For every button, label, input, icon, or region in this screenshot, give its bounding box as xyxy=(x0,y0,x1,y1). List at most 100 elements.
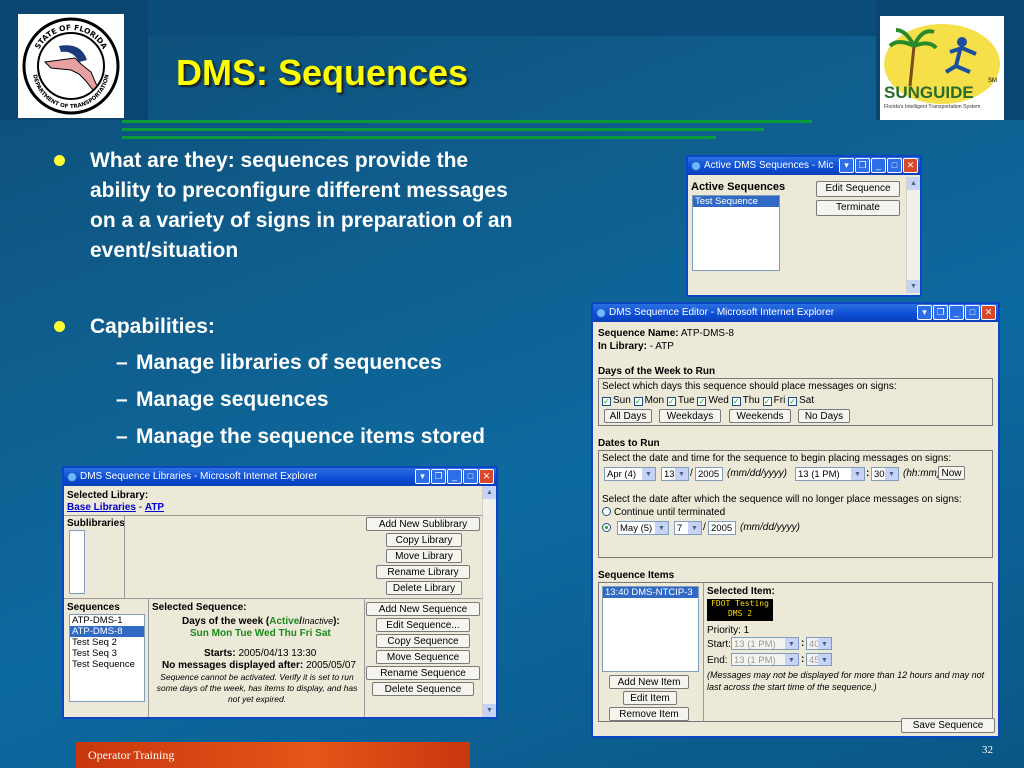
end-month-select[interactable]: May (5) ▼ xyxy=(617,521,669,535)
window-titlebar[interactable]: Active DMS Sequences - Mic ▾ ❐ _ □ ✕ xyxy=(688,157,920,175)
move-sequence-button[interactable]: Move Sequence xyxy=(376,650,470,664)
list-item[interactable]: Test Seq 2 xyxy=(70,637,144,648)
add-new-sublibrary-button[interactable]: Add New Sublibrary xyxy=(366,517,480,531)
list-item[interactable]: Test Seq 3 xyxy=(70,648,144,659)
sequence-libraries-window: DMS Sequence Libraries - Microsoft Inter… xyxy=(62,466,498,719)
start-minute-select[interactable]: 30 ▼ xyxy=(871,467,899,481)
window-title: DMS Sequence Editor - Microsoft Internet… xyxy=(609,307,835,318)
slide-title: DMS: Sequences xyxy=(176,52,469,93)
all-days-button[interactable]: All Days xyxy=(604,409,652,423)
start-hour-select[interactable]: 13 (1 PM) ▼ xyxy=(795,467,865,481)
delete-library-button[interactable]: Delete Library xyxy=(386,581,462,595)
start-day-select[interactable]: 13 ▼ xyxy=(661,467,689,481)
restore-icon[interactable]: ❐ xyxy=(431,469,446,484)
remove-item-button[interactable]: Remove Item xyxy=(609,707,689,721)
delete-sequence-button[interactable]: Delete Sequence xyxy=(372,682,474,696)
scroll-down-icon[interactable]: ▼ xyxy=(483,704,496,717)
day-checkbox-mon[interactable]: ✓ Mon xyxy=(633,395,664,406)
item-end-hour-select[interactable]: 13 (1 PM) ▼ xyxy=(731,653,799,666)
maximize-icon[interactable]: □ xyxy=(463,469,478,484)
move-library-button[interactable]: Move Library xyxy=(386,549,462,563)
chevron-down-icon: ▼ xyxy=(851,468,864,480)
now-button[interactable]: Now xyxy=(938,466,965,480)
dates-group: Select the date and time for the sequenc… xyxy=(598,450,993,558)
active-days: Sun Mon Tue Wed Thu Fri Sat xyxy=(190,628,331,639)
sublibraries-list[interactable] xyxy=(69,530,85,594)
window-titlebar[interactable]: DMS Sequence Editor - Microsoft Internet… xyxy=(593,304,998,322)
rename-library-button[interactable]: Rename Library xyxy=(376,565,470,579)
active-sequences-list[interactable]: Test Sequence xyxy=(692,195,780,271)
items-group: 13:40 DMS-NTCIP-3 Add New Item Edit Item… xyxy=(598,582,993,722)
restore-icon[interactable]: ❐ xyxy=(933,305,948,320)
end-year-input[interactable]: 2005 xyxy=(708,521,736,535)
sunguide-logo-icon: SUNGUIDE SM Florida's Intelligent Transp… xyxy=(884,24,1000,110)
edit-item-button[interactable]: Edit Item xyxy=(623,691,677,705)
close-icon[interactable]: ✕ xyxy=(981,305,996,320)
item-start-hour-select[interactable]: 13 (1 PM) ▼ xyxy=(731,637,799,650)
restore-icon[interactable]: ❐ xyxy=(855,158,870,173)
item-start-minute-select[interactable]: 40 ▼ xyxy=(806,637,832,650)
copy-sequence-button[interactable]: Copy Sequence xyxy=(376,634,470,648)
rename-sequence-button[interactable]: Rename Sequence xyxy=(366,666,480,680)
close-icon[interactable]: ✕ xyxy=(479,469,494,484)
bullet-text-line: event/situation xyxy=(90,239,239,262)
end-date-radio[interactable] xyxy=(602,523,614,534)
add-new-sequence-button[interactable]: Add New Sequence xyxy=(366,602,480,616)
vertical-scrollbar[interactable]: ▲ ▼ xyxy=(482,486,496,717)
sequence-items-list[interactable]: 13:40 DMS-NTCIP-3 xyxy=(602,586,699,672)
day-checkbox-thu[interactable]: ✓ Thu xyxy=(731,395,760,406)
chevron-down-icon: ▼ xyxy=(818,638,831,649)
sequences-list[interactable]: ATP-DMS-1 ATP-DMS-8 Test Seq 2 Test Seq … xyxy=(69,614,145,702)
window-titlebar[interactable]: DMS Sequence Libraries - Microsoft Inter… xyxy=(64,468,496,486)
item-end-minute-select[interactable]: 45 ▼ xyxy=(806,653,832,666)
day-checkbox-wed[interactable]: ✓ Wed xyxy=(697,395,729,406)
edit-sequence-button[interactable]: Edit Sequence... xyxy=(376,618,470,632)
maximize-icon[interactable]: □ xyxy=(887,158,902,173)
terminate-button[interactable]: Terminate xyxy=(816,200,900,216)
scroll-up-icon[interactable]: ▲ xyxy=(907,177,920,190)
copy-library-button[interactable]: Copy Library xyxy=(386,533,462,547)
weekends-button[interactable]: Weekends xyxy=(729,409,791,423)
save-sequence-button[interactable]: Save Sequence xyxy=(901,718,995,733)
weekdays-button[interactable]: Weekdays xyxy=(659,409,721,423)
dropdown-icon[interactable]: ▾ xyxy=(839,158,854,173)
list-item[interactable]: Test Sequence xyxy=(693,196,779,207)
scroll-up-icon[interactable]: ▲ xyxy=(483,486,496,499)
no-days-button[interactable]: No Days xyxy=(798,409,850,423)
continue-radio[interactable]: Continue until terminated xyxy=(602,507,725,518)
window-title: DMS Sequence Libraries - Microsoft Inter… xyxy=(80,471,318,482)
maximize-icon[interactable]: □ xyxy=(965,305,980,320)
minimize-icon[interactable]: _ xyxy=(447,469,462,484)
close-icon[interactable]: ✕ xyxy=(903,158,918,173)
minimize-icon[interactable]: _ xyxy=(871,158,886,173)
start-year-input[interactable]: 2005 xyxy=(695,467,723,481)
list-item[interactable]: ATP-DMS-1 xyxy=(70,615,144,626)
svg-text:Florida's Intelligent Transpor: Florida's Intelligent Transportation Sys… xyxy=(884,104,980,110)
list-item[interactable]: Test Sequence xyxy=(70,659,144,670)
vertical-scrollbar[interactable]: ▲ ▼ xyxy=(906,177,920,293)
day-checkbox-sun[interactable]: ✓ Sun xyxy=(602,395,631,406)
start-month-select[interactable]: Apr (4) ▼ xyxy=(604,467,656,481)
scroll-down-icon[interactable]: ▼ xyxy=(907,280,920,293)
day-checkbox-fri[interactable]: ✓ Fri xyxy=(762,395,785,406)
dropdown-icon[interactable]: ▾ xyxy=(415,469,430,484)
items-heading: Sequence Items xyxy=(598,570,675,581)
day-checkbox-tue[interactable]: ✓ Tue xyxy=(666,395,695,406)
list-item[interactable]: ATP-DMS-8 xyxy=(70,626,144,637)
atp-link[interactable]: ATP xyxy=(145,502,164,513)
chevron-down-icon: ▼ xyxy=(818,654,831,665)
dropdown-icon[interactable]: ▾ xyxy=(917,305,932,320)
minimize-icon[interactable]: _ xyxy=(949,305,964,320)
bullet-text-line: ability to preconfigure different messag… xyxy=(90,179,508,202)
chevron-down-icon: ▼ xyxy=(885,468,898,480)
end-day-select[interactable]: 7 ▼ xyxy=(674,521,702,535)
in-library: In Library: - ATP xyxy=(598,341,674,352)
day-checkboxes: ✓ Sun ✓ Mon ✓ Tue ✓ Wed ✓ Thu ✓ Fri ✓ Sat xyxy=(602,395,814,406)
sequence-name: Sequence Name: ATP-DMS-8 xyxy=(598,328,734,339)
ie-icon xyxy=(691,161,701,171)
day-checkbox-sat[interactable]: ✓ Sat xyxy=(788,395,814,406)
base-libraries-link[interactable]: Base Libraries xyxy=(67,502,136,513)
add-new-item-button[interactable]: Add New Item xyxy=(609,675,689,689)
edit-sequence-button[interactable]: Edit Sequence xyxy=(816,181,900,197)
list-item[interactable]: 13:40 DMS-NTCIP-3 xyxy=(603,587,698,598)
